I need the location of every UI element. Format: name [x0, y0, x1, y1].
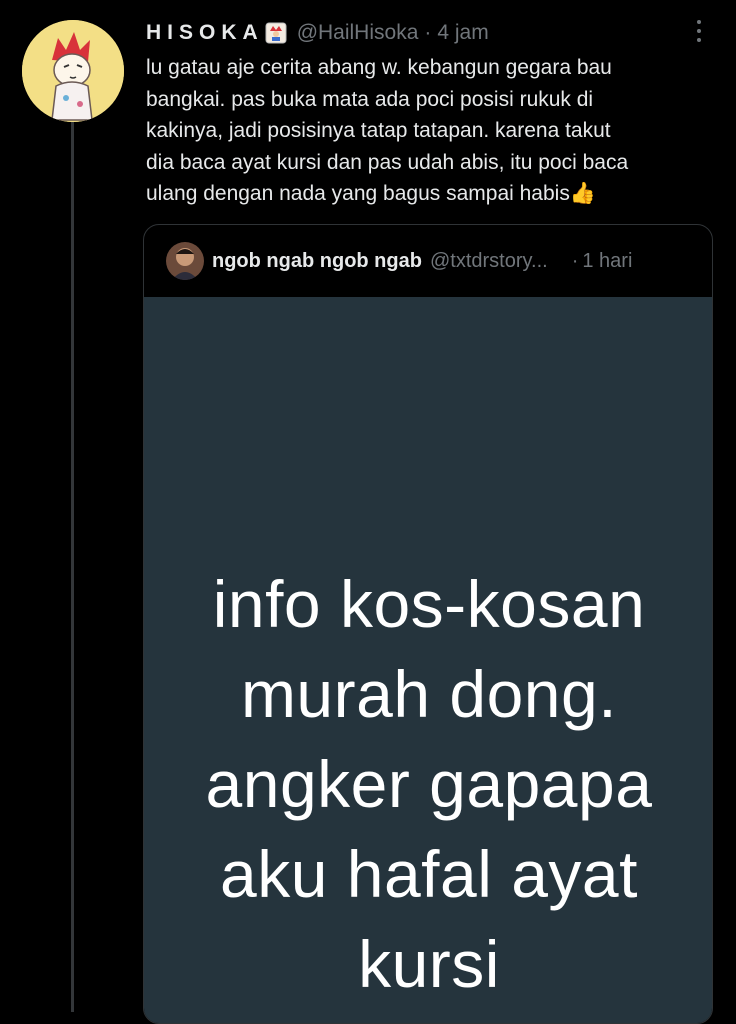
handle[interactable]: @HailHisoka: [297, 21, 419, 45]
timestamp[interactable]: 4 jam: [437, 21, 488, 45]
quoted-media-image[interactable]: info kos-kosan murah dong. angker gapapa…: [144, 297, 712, 1023]
quoted-display-name: ngob ngab ngob ngab: [212, 249, 422, 272]
quoted-handle: @txtdrstory...: [429, 249, 548, 272]
display-name[interactable]: HISOKA: [146, 21, 264, 45]
tweet-header: HISOKA @HailHisoka · 4 jam: [146, 18, 489, 48]
quoted-timestamp: 1 hari: [582, 249, 633, 272]
joker-card-icon: [265, 22, 287, 44]
avatar[interactable]: [22, 20, 124, 122]
thread-connector-line: [71, 120, 74, 1012]
more-options-icon[interactable]: [690, 18, 708, 44]
quoted-tweet-header: ngob ngab ngob ngab @txtdrstory... · 1 h…: [144, 225, 712, 297]
media-caption-text: info kos-kosan murah dong. angker gapapa…: [205, 567, 653, 1001]
separator-dot: ·: [424, 21, 432, 44]
quoted-separator-dot: ·: [571, 249, 579, 272]
tweet-text: lu gatau aje cerita abang w. kebangun ge…: [146, 56, 629, 205]
quoted-tweet[interactable]: ngob ngab ngob ngab @txtdrstory... · 1 h…: [143, 224, 713, 1024]
quoted-avatar: [166, 242, 204, 280]
avatar-illustration: [22, 20, 124, 122]
